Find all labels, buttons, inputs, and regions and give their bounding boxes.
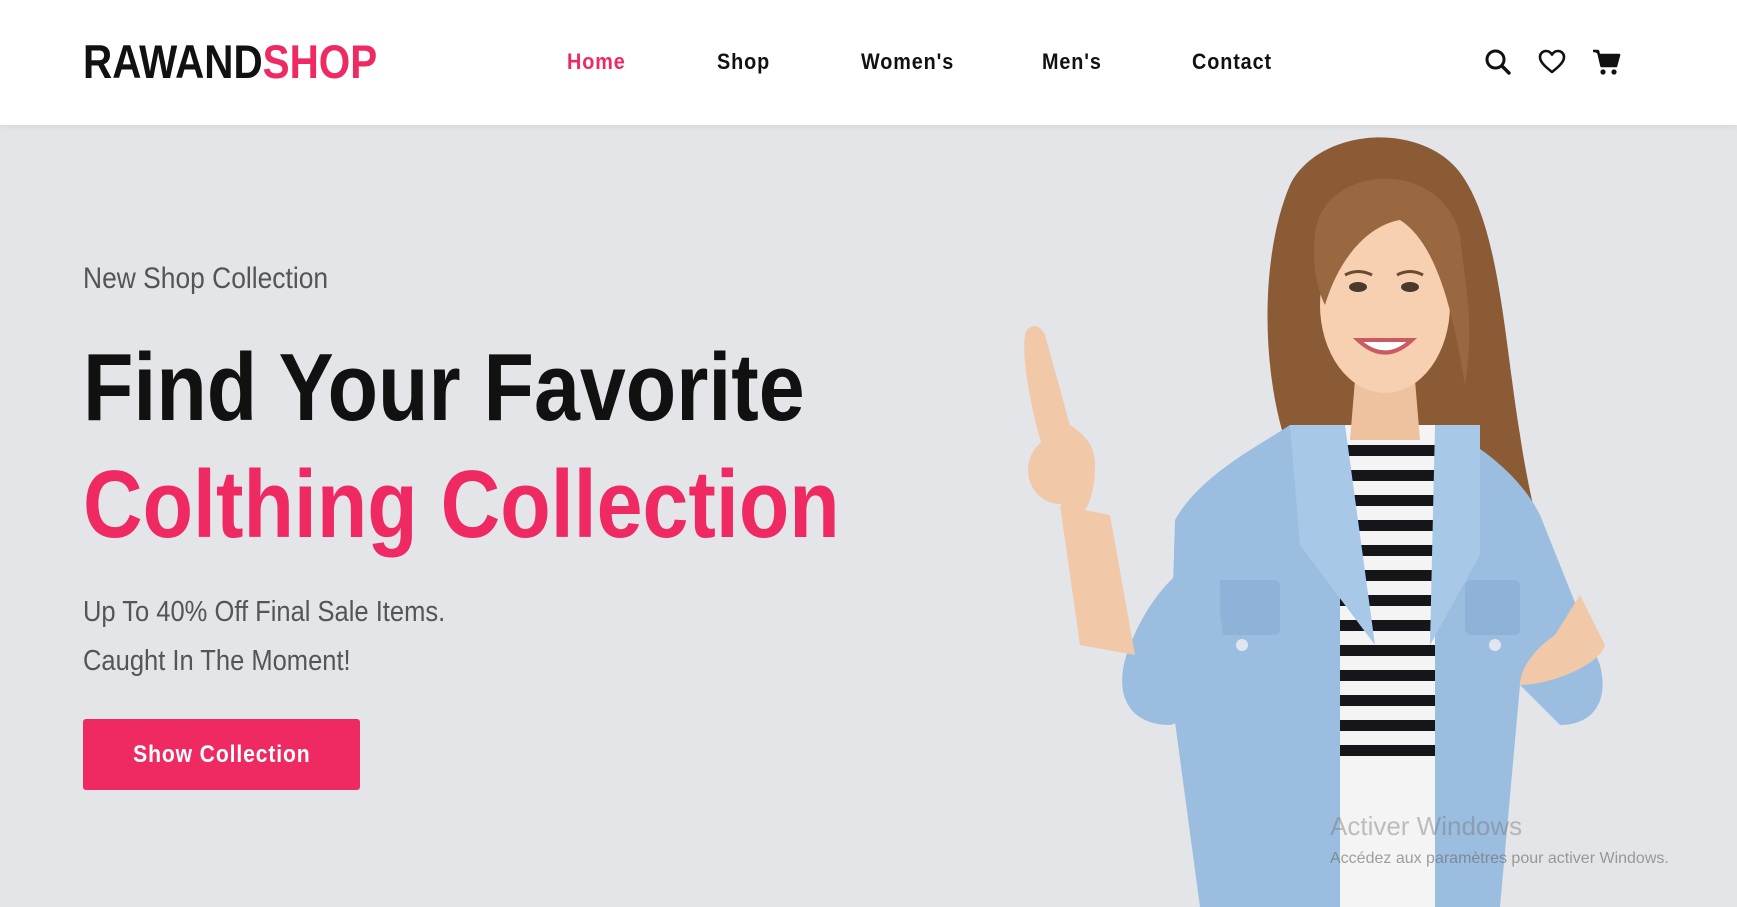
hero-banner: New Shop Collection Find Your Favorite C…	[0, 125, 1737, 907]
brand-logo[interactable]: RAWANDSHOP	[83, 36, 377, 88]
hero-subtext: Up To 40% Off Final Sale Items. Caught I…	[83, 588, 445, 686]
hero-model-image	[1024, 137, 1605, 907]
nav-item-home[interactable]: Home	[567, 46, 626, 78]
hero-subtext-line1: Up To 40% Off Final Sale Items.	[83, 596, 446, 628]
hero-headline-line1: Find Your Favorite	[83, 334, 805, 441]
nav-item-contact[interactable]: Contact	[1192, 46, 1272, 78]
show-collection-label: Show Collection	[132, 740, 311, 768]
hero-headline-line2: Colthing Collection	[83, 451, 840, 558]
brand-name-part2: SHOP	[262, 35, 378, 88]
show-collection-button[interactable]: Show Collection	[83, 719, 360, 790]
windows-watermark-title: Activer Windows	[1330, 811, 1523, 841]
cart-icon[interactable]	[1591, 46, 1623, 78]
search-icon[interactable]	[1482, 46, 1514, 78]
nav-item-mens[interactable]: Men's	[1042, 46, 1102, 78]
heart-icon[interactable]	[1536, 46, 1568, 78]
hero-kicker: New Shop Collection	[83, 262, 329, 295]
windows-watermark-subtitle: Accédez aux paramètres pour activer Wind…	[1330, 850, 1669, 867]
nav-item-womens[interactable]: Women's	[861, 46, 954, 78]
brand-name-part1: RAWAND	[83, 35, 263, 88]
nav-item-shop[interactable]: Shop	[717, 46, 770, 78]
site-header: RAWANDSHOP Home Shop Women's Men's Conta…	[0, 0, 1737, 125]
hero-subtext-line2: Caught In The Moment!	[83, 645, 351, 677]
